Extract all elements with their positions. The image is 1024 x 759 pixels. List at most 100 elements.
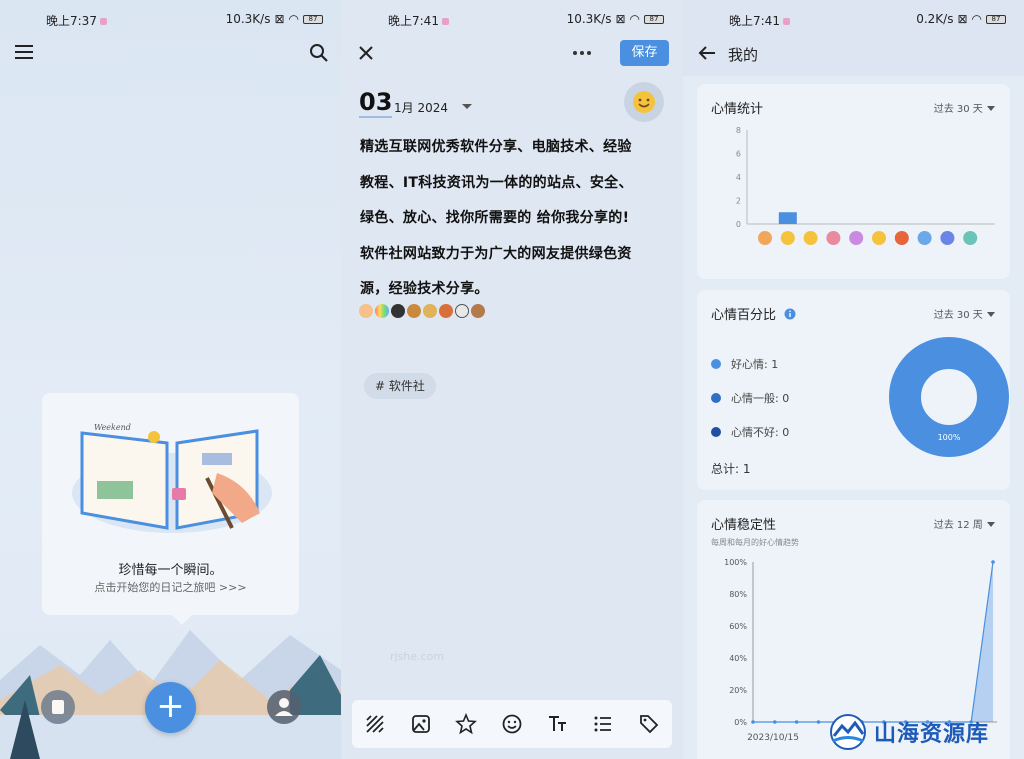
rainbow-heart-icon [375, 304, 389, 318]
status-bar: 晚上7:41 0.2K/s ⊠ ◠ 87 [683, 0, 1024, 36]
legend-label: 心情一般: 0 [731, 392, 790, 405]
profile-stats-screen: 晚上7:41 0.2K/s ⊠ ◠ 87 我的 心情统计 过去 30 天 024… [683, 0, 1024, 759]
status-right: 10.3K/s ⊠ ◠ 87 [226, 12, 323, 26]
diary-line: 精选互联网优秀软件分享、电脑技术、经验 [360, 139, 632, 155]
notification-icon [782, 18, 790, 25]
chevron-down-icon [987, 312, 995, 317]
smiley-face-icon [633, 91, 655, 113]
profile-button[interactable] [267, 690, 301, 724]
series-line [753, 561, 994, 723]
x-tick-label: 2023/10/15 [747, 733, 799, 743]
network-speed: 10.3K/s [225, 12, 271, 26]
more-icon[interactable] [571, 43, 593, 63]
area-fill [753, 562, 993, 722]
y-tick-label: 4 [736, 173, 741, 182]
data-point [794, 720, 799, 724]
status-time: 晚上7:41 [388, 12, 449, 29]
y-tick-label: 6 [736, 150, 741, 159]
y-tick-label: 80% [729, 590, 747, 599]
book-text: Weekend [94, 423, 131, 432]
date-month-year[interactable]: 1月 2024 [394, 99, 474, 116]
calendar-button[interactable] [41, 690, 75, 724]
wifi-icon: ◠ [971, 12, 982, 26]
text-format-icon[interactable] [547, 713, 569, 735]
y-tick-label: 60% [729, 622, 747, 631]
notification-icon [99, 18, 107, 25]
status-bar: 晚上7:41 10.3K/s ⊠ ◠ 87 [342, 0, 682, 36]
diary-body[interactable]: 精选互联网优秀软件分享、电脑技术、经验 教程、IT科技资讯为一体的的站点、安全、… [360, 130, 670, 308]
close-icon[interactable] [356, 43, 376, 63]
user-icon [275, 698, 293, 716]
background-pattern-icon[interactable] [364, 713, 386, 735]
emoji-icon[interactable] [501, 713, 523, 735]
legend-good: 好心情: 1 [711, 356, 778, 372]
y-tick-label: 100% [724, 558, 747, 567]
page-title: 我的 [728, 46, 759, 64]
diary-line: 源，经验技术分享。 [360, 281, 489, 297]
info-icon[interactable] [784, 308, 796, 320]
mood-face-tick-icon [940, 231, 955, 245]
date-day[interactable]: 03 [359, 88, 393, 118]
onigiri-icon [455, 304, 469, 318]
y-tick-label: 2 [736, 197, 741, 206]
status-bar: 晚上7:37 10.3K/s ⊠ ◠ 87 [0, 0, 341, 36]
back-arrow-icon[interactable] [697, 43, 717, 63]
tag-chip[interactable]: # 软件社 [364, 373, 436, 399]
mood-face-tick-icon [894, 231, 909, 245]
save-button[interactable]: 保存 [620, 40, 669, 66]
search-icon[interactable] [308, 42, 330, 64]
wifi-icon: ◠ [288, 12, 299, 26]
emoji-row [359, 304, 485, 318]
mood-bar-chart: 0 2 4 6 8 [736, 126, 995, 245]
y-tick-label: 20% [729, 686, 747, 695]
legend-dot [711, 427, 721, 437]
battery-icon: 87 [644, 14, 664, 24]
network-speed: 10.3K/s [566, 12, 612, 26]
legend-bad: 心情不好: 0 [711, 424, 789, 440]
mood-face-tick-icon [758, 231, 772, 245]
image-icon[interactable] [410, 713, 432, 735]
emoji-icon [359, 304, 373, 318]
chevron-down-icon [461, 104, 472, 109]
data-point [751, 720, 755, 724]
add-diary-button[interactable]: + [145, 682, 196, 733]
mood-selector[interactable] [624, 82, 664, 122]
range-selector[interactable]: 过去 30 天 [934, 306, 996, 321]
brand-text: 山海资源库 [874, 722, 990, 747]
card-title-text: 心情百分比 [711, 308, 777, 323]
status-right: 0.2K/s ⊠ ◠ 87 [916, 12, 1006, 26]
card-title: 心情百分比 [711, 304, 796, 323]
menu-icon[interactable] [14, 42, 36, 62]
watermark: rjshe.com [390, 650, 445, 663]
donut-hole [922, 370, 976, 424]
data-point [991, 560, 995, 564]
diary-editor-screen: 晚上7:41 10.3K/s ⊠ ◠ 87 保存 03 1月 2024 精选互联… [342, 0, 682, 759]
notification-icon [441, 18, 449, 25]
y-tick-label: 0% [734, 718, 747, 727]
donut-label: 100% [938, 433, 961, 442]
mood-face-tick-icon [780, 231, 795, 245]
mood-face-tick-icon [872, 231, 886, 245]
mood-donut-chart: 100% [889, 337, 1009, 457]
tag-icon[interactable] [638, 713, 660, 735]
brand-logo-icon [830, 714, 866, 750]
editor-toolbar [352, 700, 672, 748]
sticker-star-icon[interactable] [455, 713, 478, 735]
mood-face-tick-icon [849, 231, 864, 245]
total-count: 总计: 1 [711, 462, 751, 476]
empty-state-card[interactable]: Weekend 珍惜每一个瞬间。 点击开始您的日记之旅吧 >>> [42, 393, 299, 625]
list-icon[interactable] [592, 713, 614, 735]
open-book-illustration: Weekend [72, 423, 272, 533]
brand-watermark: 山海资源库 [828, 714, 989, 750]
range-selector[interactable]: 过去 30 天 [934, 100, 996, 115]
mood-face-tick-icon [917, 231, 932, 245]
data-point [773, 720, 777, 724]
taco-icon [423, 304, 437, 318]
legend-dot [711, 393, 721, 403]
bar [778, 212, 797, 224]
range-selector[interactable]: 过去 12 周 [934, 516, 996, 531]
bowl-icon [471, 304, 485, 318]
mountain-landscape-illustration [0, 630, 341, 759]
chevron-down-icon [987, 522, 995, 527]
empty-subtitle[interactable]: 点击开始您的日记之旅吧 >>> [42, 579, 299, 595]
